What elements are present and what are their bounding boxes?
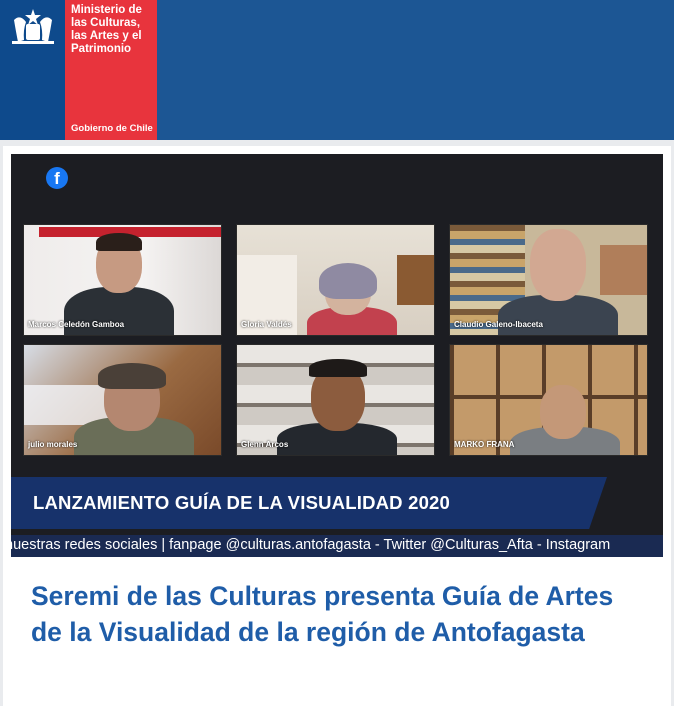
article-title[interactable]: Seremi de las Culturas presenta Guía de … — [31, 578, 631, 650]
facebook-icon: f — [46, 167, 68, 189]
ministry-logo[interactable]: Ministerio de las Culturas, las Artes y … — [65, 0, 157, 140]
ministry-name: Ministerio de las Culturas, las Artes y … — [71, 4, 142, 55]
participant-tile: MARKO FRANA — [449, 344, 648, 456]
participant-tile: Marcos Celedón Gamboa — [23, 224, 222, 336]
site-header: Ministerio de las Culturas, las Artes y … — [0, 0, 674, 140]
event-banner: LANZAMIENTO GUÍA DE LA VISUALIDAD 2020 — [11, 477, 607, 529]
participant-tile: Claudio Galeno-Ibaceta — [449, 224, 648, 336]
participant-name: Marcos Celedón Gamboa — [28, 320, 125, 329]
government-label: Gobierno de Chile — [71, 123, 153, 134]
participant-name: Glenn Arcos — [241, 440, 289, 449]
social-ticker: nuestras redes sociales | fanpage @cultu… — [11, 535, 663, 557]
participant-tile: julio morales — [23, 344, 222, 456]
government-logo[interactable] — [0, 0, 65, 140]
participant-name: Gloria Valdés — [241, 320, 292, 329]
participant-name: Claudio Galeno-Ibaceta — [454, 320, 543, 329]
participant-name: MARKO FRANA — [454, 440, 515, 449]
ticker-text: nuestras redes sociales | fanpage @cultu… — [11, 537, 611, 553]
participant-tile: Glenn Arcos — [236, 344, 435, 456]
video-thumbnail[interactable]: f Marcos Celedón Gamboa Gloria Valdés Cl… — [11, 154, 663, 557]
coat-of-arms-icon — [12, 9, 54, 44]
banner-title: LANZAMIENTO GUÍA DE LA VISUALIDAD 2020 — [33, 492, 451, 513]
participant-name: julio morales — [28, 440, 78, 449]
participant-tile: Gloria Valdés — [236, 224, 435, 336]
news-card[interactable]: f Marcos Celedón Gamboa Gloria Valdés Cl… — [3, 146, 671, 706]
